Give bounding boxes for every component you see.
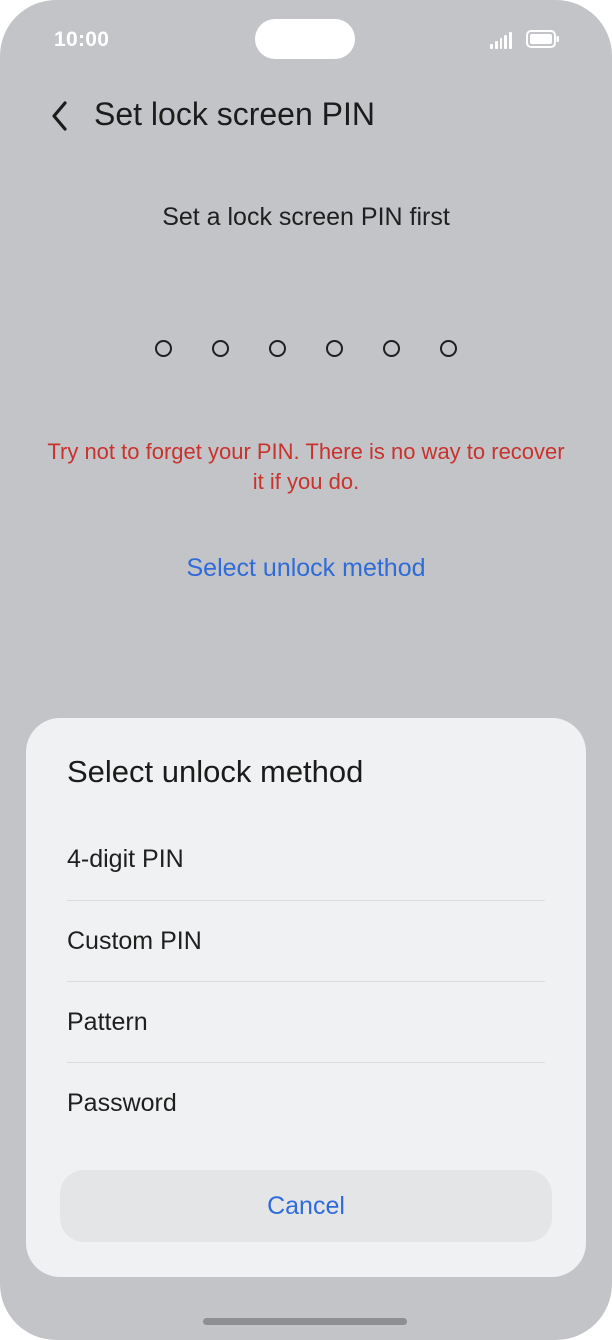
camera-notch <box>255 19 355 59</box>
battery-icon <box>526 30 559 48</box>
unlock-method-sheet: Select unlock method 4-digit PIN Custom … <box>26 718 586 1277</box>
select-unlock-method-link[interactable]: Select unlock method <box>0 554 612 583</box>
cancel-button[interactable]: Cancel <box>60 1170 552 1242</box>
signal-icon <box>490 31 512 49</box>
pin-entry-indicator <box>0 340 612 357</box>
status-time: 10:00 <box>54 28 110 51</box>
sheet-title: Select unlock method <box>67 754 364 789</box>
pin-dot <box>326 340 343 357</box>
page-title: Set lock screen PIN <box>94 96 375 132</box>
option-pattern[interactable]: Pattern <box>67 981 545 1063</box>
pin-prompt: Set a lock screen PIN first <box>162 203 450 231</box>
option-4-digit-pin[interactable]: 4-digit PIN <box>67 819 545 900</box>
pin-dot <box>440 340 457 357</box>
back-button[interactable] <box>40 94 80 138</box>
phone-screen: 10:00 Set lock screen PIN Set a lock scr… <box>0 0 612 1340</box>
pin-dot <box>269 340 286 357</box>
home-indicator[interactable] <box>203 1318 407 1325</box>
option-custom-pin[interactable]: Custom PIN <box>67 900 545 982</box>
pin-warning: Try not to forget your PIN. There is no … <box>47 439 565 494</box>
app-header: Set lock screen PIN <box>0 88 612 144</box>
pin-dot <box>155 340 172 357</box>
pin-dot <box>212 340 229 357</box>
status-bar: 10:00 <box>0 0 612 80</box>
chevron-left-icon <box>52 101 67 131</box>
option-password[interactable]: Password <box>67 1062 545 1144</box>
pin-dot <box>383 340 400 357</box>
